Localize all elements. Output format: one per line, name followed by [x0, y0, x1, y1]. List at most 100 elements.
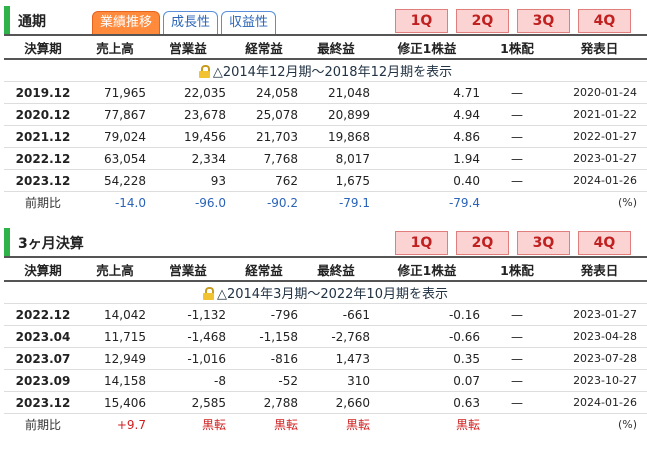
table-row: 2022.12 14,042 -1,132 -796 -661 -0.16 — …	[4, 303, 647, 326]
comparison-label: 前期比	[24, 418, 61, 432]
dividend-cell: —	[482, 325, 552, 348]
ordinary-cell: 25,078	[228, 103, 300, 126]
history-link-text[interactable]: △2014年3月期～2022年10月期を表示	[217, 287, 448, 302]
sales-change: +9.7	[116, 417, 146, 432]
annual-section: 通期 業績推移 成長性 収益性 1Q 2Q 3Q 4Q 決算期 売上高 営業益 …	[0, 2, 647, 213]
dividend-change	[482, 192, 552, 214]
col-header-date: 発表日	[552, 34, 647, 60]
col-header-sales: 売上高	[82, 256, 148, 282]
net-cell: -2,768	[300, 325, 372, 348]
table-row: 2023.09 14,158 -8 -52 310 0.07 — 2023-10…	[4, 369, 647, 392]
period-cell: 2023.07	[4, 347, 82, 370]
table-row: 2023.07 12,949 -1,016 -816 1,473 0.35 — …	[4, 347, 647, 370]
history-link[interactable]: △2014年3月期～2022年10月期を表示	[4, 281, 647, 304]
ordinary-cell: -796	[228, 303, 300, 326]
period-cell: 2022.12	[4, 147, 82, 170]
ordinary-change: -90.2	[266, 195, 298, 210]
col-header-dividend: 1株配	[482, 34, 552, 60]
eps-cell: -0.16	[372, 303, 482, 326]
sales-cell: 12,949	[82, 347, 148, 370]
sales-cell: 14,042	[82, 303, 148, 326]
col-header-net: 最終益	[300, 256, 372, 282]
col-header-date: 発表日	[552, 256, 647, 282]
annual-quarter-buttons: 1Q 2Q 3Q 4Q	[395, 9, 631, 33]
q1-button[interactable]: 1Q	[395, 231, 448, 255]
ordinary-cell: 762	[228, 169, 300, 192]
quarterly-quarter-buttons: 1Q 2Q 3Q 4Q	[395, 231, 631, 255]
net-cell: -661	[300, 303, 372, 326]
table-row: 2021.12 79,024 19,456 21,703 19,868 4.86…	[4, 125, 647, 148]
period-cell: 2021.12	[4, 125, 82, 148]
period-cell: 2022.12	[4, 303, 82, 326]
q2-button[interactable]: 2Q	[456, 231, 509, 255]
sales-cell: 15,406	[82, 391, 148, 414]
period-cell: 2023.12	[4, 391, 82, 414]
date-cell: 2022-01-27	[552, 125, 647, 148]
q3-button[interactable]: 3Q	[517, 9, 570, 33]
net-cell: 310	[300, 369, 372, 392]
history-link[interactable]: △2014年12月期～2018年12月期を表示	[4, 59, 647, 82]
tab-performance[interactable]: 業績推移	[92, 11, 161, 34]
ordinary-cell: -52	[228, 369, 300, 392]
lock-icon	[198, 65, 210, 78]
quarterly-history-link-row[interactable]: △2014年3月期～2022年10月期を表示	[4, 281, 647, 304]
quarterly-title: 3ヶ月決算	[18, 236, 84, 252]
operating-cell: 2,585	[148, 391, 228, 414]
eps-cell: 1.94	[372, 147, 482, 170]
period-cell: 2020.12	[4, 103, 82, 126]
dividend-cell: —	[482, 147, 552, 170]
quarterly-header: 3ヶ月決算 1Q 2Q 3Q 4Q	[0, 224, 647, 256]
annual-title: 通期	[18, 14, 46, 30]
operating-change: -96.0	[194, 195, 226, 210]
col-header-sales: 売上高	[82, 34, 148, 60]
ordinary-cell: 2,788	[228, 391, 300, 414]
ordinary-change: 黒転	[273, 418, 298, 432]
date-cell: 2023-01-27	[552, 147, 647, 170]
date-cell: 2024-01-26	[552, 169, 647, 192]
date-cell: 2023-07-28	[552, 347, 647, 370]
col-header-net: 最終益	[300, 34, 372, 60]
sales-cell: 71,965	[82, 81, 148, 104]
tab-profitability[interactable]: 収益性	[221, 11, 277, 34]
operating-cell: 23,678	[148, 103, 228, 126]
period-cell: 2023.12	[4, 169, 82, 192]
eps-cell: 4.71	[372, 81, 482, 104]
section-accent-bar	[4, 228, 10, 256]
annual-history-link-row[interactable]: △2014年12月期～2018年12月期を表示	[4, 59, 647, 82]
eps-change: -79.4	[448, 195, 480, 210]
net-cell: 19,868	[300, 125, 372, 148]
period-cell: 2023.04	[4, 325, 82, 348]
table-row: 2020.12 77,867 23,678 25,078 20,899 4.94…	[4, 103, 647, 126]
col-header-eps: 修正1株益	[372, 256, 482, 282]
dividend-cell: —	[482, 169, 552, 192]
period-cell: 2019.12	[4, 81, 82, 104]
dividend-cell: —	[482, 125, 552, 148]
table-row: 2023.12 15,406 2,585 2,788 2,660 0.63 — …	[4, 391, 647, 414]
eps-cell: 0.40	[372, 169, 482, 192]
eps-cell: -0.66	[372, 325, 482, 348]
operating-cell: 2,334	[148, 147, 228, 170]
q1-button[interactable]: 1Q	[395, 9, 448, 33]
dividend-cell: —	[482, 303, 552, 326]
net-cell: 1,473	[300, 347, 372, 370]
dividend-cell: —	[482, 391, 552, 414]
annual-tabs: 業績推移 成長性 収益性	[92, 11, 279, 34]
eps-cell: 4.94	[372, 103, 482, 126]
col-header-operating: 営業益	[148, 256, 228, 282]
operating-cell: -1,016	[148, 347, 228, 370]
ordinary-cell: 21,703	[228, 125, 300, 148]
sales-change: -14.0	[114, 195, 146, 210]
eps-change: 黒転	[455, 418, 480, 432]
q4-button[interactable]: 4Q	[578, 231, 631, 255]
eps-cell: 0.63	[372, 391, 482, 414]
percent-unit: (%)	[617, 196, 637, 209]
ordinary-cell: -816	[228, 347, 300, 370]
q3-button[interactable]: 3Q	[517, 231, 570, 255]
dividend-cell: —	[482, 103, 552, 126]
eps-cell: 4.86	[372, 125, 482, 148]
sales-cell: 77,867	[82, 103, 148, 126]
tab-growth[interactable]: 成長性	[163, 11, 219, 34]
q2-button[interactable]: 2Q	[456, 9, 509, 33]
q4-button[interactable]: 4Q	[578, 9, 631, 33]
history-link-text[interactable]: △2014年12月期～2018年12月期を表示	[213, 65, 452, 80]
